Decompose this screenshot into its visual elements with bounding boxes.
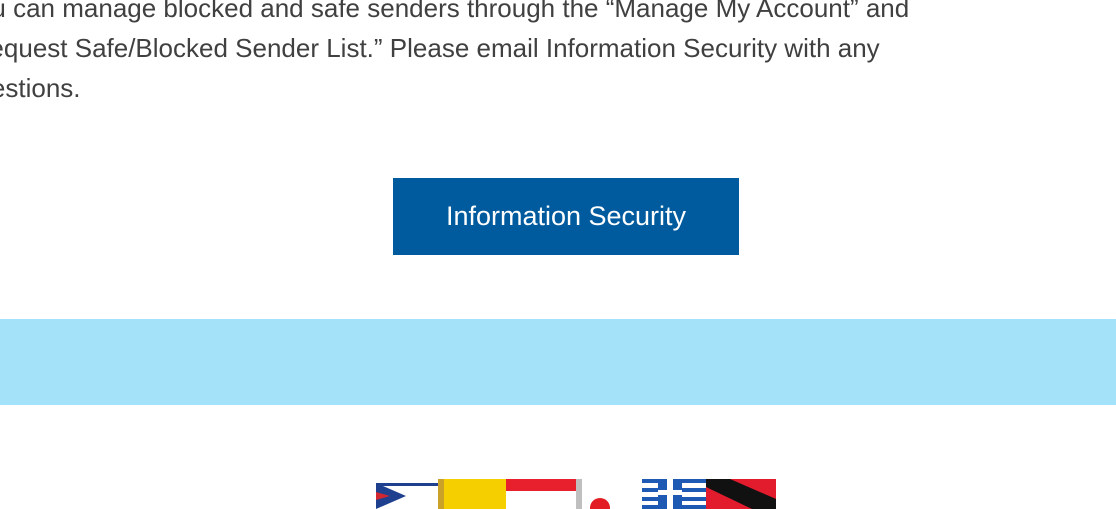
email-page: You can manage blocked and safe senders … [0, 0, 1116, 509]
info-paragraph: You can manage blocked and safe senders … [0, 0, 910, 103]
information-security-button[interactable]: Information Security [393, 178, 739, 255]
divider-band [0, 319, 1116, 405]
flags-banner-image [376, 479, 776, 509]
